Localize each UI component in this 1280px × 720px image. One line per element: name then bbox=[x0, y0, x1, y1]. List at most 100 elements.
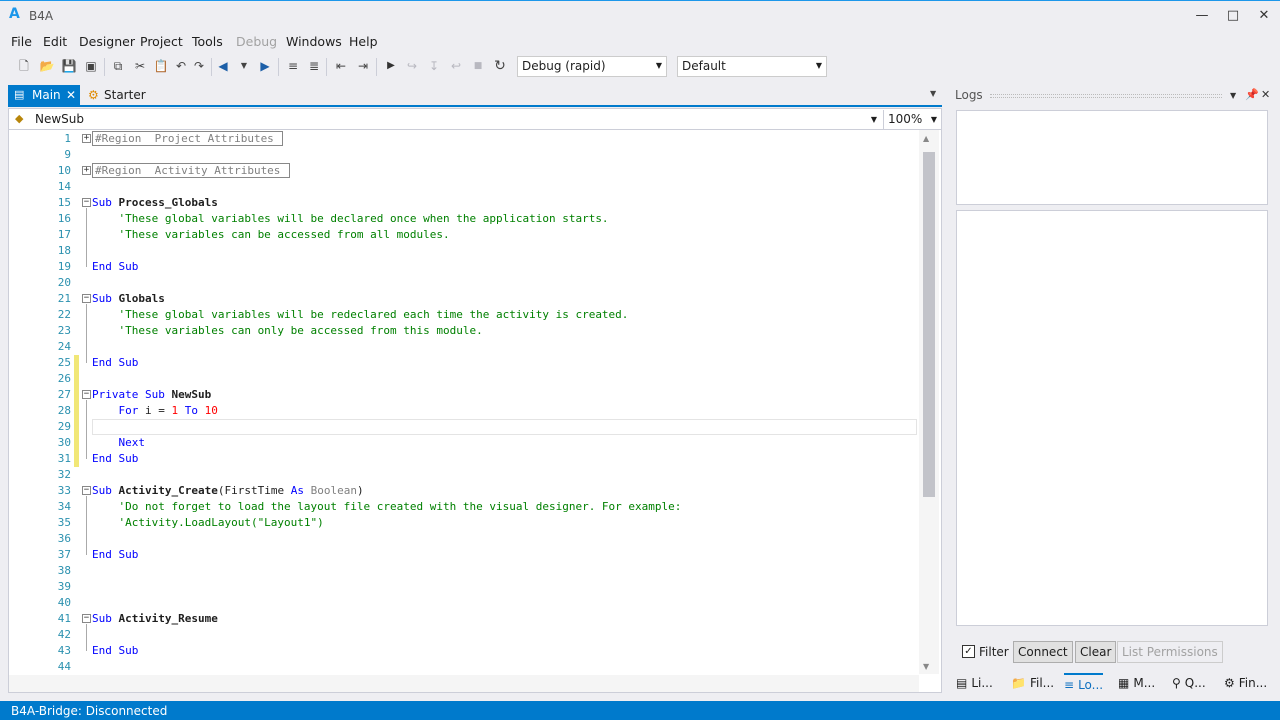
save-all-icon[interactable]: ▣ bbox=[83, 58, 99, 74]
tab-files[interactable]: 📁 Fil... bbox=[1011, 676, 1054, 690]
paste-icon[interactable]: 📋 bbox=[153, 58, 169, 74]
menu-file[interactable]: File bbox=[11, 34, 32, 49]
code-line: End Sub bbox=[92, 355, 138, 371]
collapse-icon[interactable]: − bbox=[82, 486, 91, 495]
menu-project[interactable]: Project bbox=[140, 34, 183, 49]
code-line: 'These variables can only be accessed fr… bbox=[92, 323, 482, 339]
new-file-icon[interactable]: 🗋 bbox=[16, 58, 32, 74]
filter-checkbox[interactable]: ✓ bbox=[962, 645, 975, 658]
line-number: 22 bbox=[57, 308, 71, 321]
stop-icon[interactable]: ■ bbox=[470, 58, 486, 74]
undo-icon[interactable]: ↶ bbox=[173, 58, 189, 74]
collapse-icon[interactable]: − bbox=[82, 390, 91, 399]
comment-block-icon[interactable]: ⇤ bbox=[333, 58, 349, 74]
step-into-icon[interactable]: ↧ bbox=[426, 58, 442, 74]
tab-modules[interactable]: ▦ M... bbox=[1118, 676, 1155, 690]
collapse-icon[interactable]: − bbox=[82, 198, 91, 207]
tab-logs[interactable]: ≡ Lo... bbox=[1064, 673, 1104, 695]
line-number: 32 bbox=[57, 468, 71, 481]
sub-selector[interactable]: ◆ NewSub ▼ bbox=[11, 110, 881, 129]
back-dropdown-icon[interactable]: ▼ bbox=[236, 58, 252, 74]
collapse-icon[interactable]: − bbox=[82, 294, 91, 303]
fold-guide bbox=[86, 624, 87, 651]
zoom-selector[interactable]: 100% ▼ bbox=[883, 110, 941, 129]
step-over-icon[interactable]: ↪ bbox=[404, 58, 420, 74]
code-area[interactable]: 1 + #Region Project Attributes 9 10 + #Region… bbox=[9, 130, 919, 674]
change-marker bbox=[74, 355, 79, 371]
menu-edit[interactable]: Edit bbox=[43, 34, 67, 49]
app-icon: A bbox=[9, 6, 20, 22]
service-icon: ⚙ bbox=[88, 88, 99, 102]
menu-debug[interactable]: Debug bbox=[236, 34, 277, 49]
find-icon: ⚙ bbox=[1224, 676, 1235, 690]
close-window-icon[interactable]: ✕ bbox=[1249, 5, 1279, 27]
folder-icon: 📁 bbox=[1011, 676, 1026, 690]
open-folder-icon[interactable]: 📂 bbox=[39, 58, 55, 74]
clear-button[interactable]: Clear bbox=[1075, 641, 1117, 663]
minimize-icon[interactable]: — bbox=[1187, 5, 1217, 27]
zoom-value: 100% bbox=[888, 112, 923, 126]
tab-main-label: Main bbox=[32, 88, 61, 102]
close-tab-icon[interactable]: ✕ bbox=[66, 88, 76, 102]
tab-main[interactable]: ▤ Main ✕ bbox=[8, 85, 80, 107]
tab-libraries[interactable]: ▤ Li... bbox=[956, 676, 993, 690]
panel-menu-icon[interactable]: ▼ bbox=[1230, 91, 1236, 100]
vertical-scrollbar[interactable]: ▲ ▼ bbox=[919, 130, 939, 674]
expand-icon[interactable]: + bbox=[82, 134, 91, 143]
tab-list-dropdown-icon[interactable]: ▼ bbox=[930, 89, 936, 98]
line-number: 1 bbox=[64, 132, 71, 145]
restart-icon[interactable]: ↻ bbox=[492, 58, 508, 74]
scroll-thumb[interactable] bbox=[923, 152, 935, 497]
menu-tools[interactable]: Tools bbox=[192, 34, 223, 49]
line-number: 40 bbox=[57, 596, 71, 609]
cut-icon[interactable]: ✂ bbox=[132, 58, 148, 74]
keyword: Sub bbox=[92, 196, 119, 209]
navigate-forward-icon[interactable]: ▶ bbox=[257, 58, 273, 74]
outline-icon[interactable]: ≡ bbox=[285, 58, 301, 74]
scroll-up-icon[interactable]: ▲ bbox=[923, 134, 929, 143]
tab-find[interactable]: ⚙ Fin... bbox=[1224, 676, 1267, 690]
menu-help[interactable]: Help bbox=[349, 34, 378, 49]
step-out-icon[interactable]: ↩ bbox=[448, 58, 464, 74]
maximize-icon[interactable]: □ bbox=[1218, 5, 1248, 27]
keyword: Sub bbox=[92, 292, 119, 305]
navigate-back-icon[interactable]: ◀ bbox=[215, 58, 231, 74]
indent-block-icon[interactable]: ≣ bbox=[306, 58, 322, 74]
code-line: Sub Globals bbox=[92, 291, 165, 307]
list-permissions-button[interactable]: List Permissions bbox=[1117, 641, 1223, 663]
scroll-down-icon[interactable]: ▼ bbox=[923, 662, 929, 671]
run-icon[interactable]: ▶ bbox=[383, 58, 399, 74]
build-mode-select[interactable]: Debug (rapid) ▼ bbox=[517, 56, 667, 77]
document-tabs: ▤ Main ✕ ⚙ Starter ▼ bbox=[8, 85, 942, 107]
comment-text: 'These global variables will be redeclar… bbox=[92, 308, 629, 321]
device-select[interactable]: Default ▼ bbox=[677, 56, 827, 77]
redo-icon[interactable]: ↷ bbox=[191, 58, 207, 74]
horizontal-scrollbar[interactable] bbox=[9, 675, 919, 692]
menu-windows[interactable]: Windows bbox=[286, 34, 342, 49]
keyword: Sub bbox=[92, 484, 119, 497]
toolbar: 🗋 📂 💾 ▣ ⧉ ✂ 📋 ↶ ↷ ◀ ▼ ▶ ≡ ≣ ⇤ ⇥ ▶ ↪ ↧ ↩ … bbox=[0, 54, 950, 80]
line-number: 30 bbox=[57, 436, 71, 449]
close-panel-icon[interactable]: ✕ bbox=[1261, 88, 1270, 101]
connect-button[interactable]: Connect bbox=[1013, 641, 1073, 663]
line-number: 19 bbox=[57, 260, 71, 273]
code-editor[interactable]: ◆ NewSub ▼ 100% ▼ 1 + #Region Project Attr… bbox=[8, 108, 942, 693]
code-line: 'These global variables will be redeclar… bbox=[92, 307, 628, 323]
menu-designer[interactable]: Designer bbox=[79, 34, 135, 49]
sub-name: NewSub bbox=[171, 388, 212, 401]
fold-guide bbox=[86, 304, 87, 363]
line-number: 23 bbox=[57, 324, 71, 337]
change-marker bbox=[74, 387, 79, 403]
copy-icon[interactable]: ⧉ bbox=[110, 58, 126, 74]
tab-quick-search[interactable]: ⚲ Q... bbox=[1172, 676, 1206, 690]
pin-icon[interactable]: 📌 bbox=[1245, 88, 1259, 101]
line-number: 10 bbox=[57, 164, 71, 177]
code-line: Sub Activity_Create(FirstTime As Boolean… bbox=[92, 483, 364, 499]
comment-text: 'These global variables will be declared… bbox=[92, 212, 609, 225]
collapse-icon[interactable]: − bbox=[82, 614, 91, 623]
build-mode-value: Debug (rapid) bbox=[522, 59, 606, 73]
uncomment-block-icon[interactable]: ⇥ bbox=[355, 58, 371, 74]
collapsed-region: #Region Project Attributes bbox=[92, 131, 284, 146]
expand-icon[interactable]: + bbox=[82, 166, 91, 175]
save-icon[interactable]: 💾 bbox=[61, 58, 77, 74]
